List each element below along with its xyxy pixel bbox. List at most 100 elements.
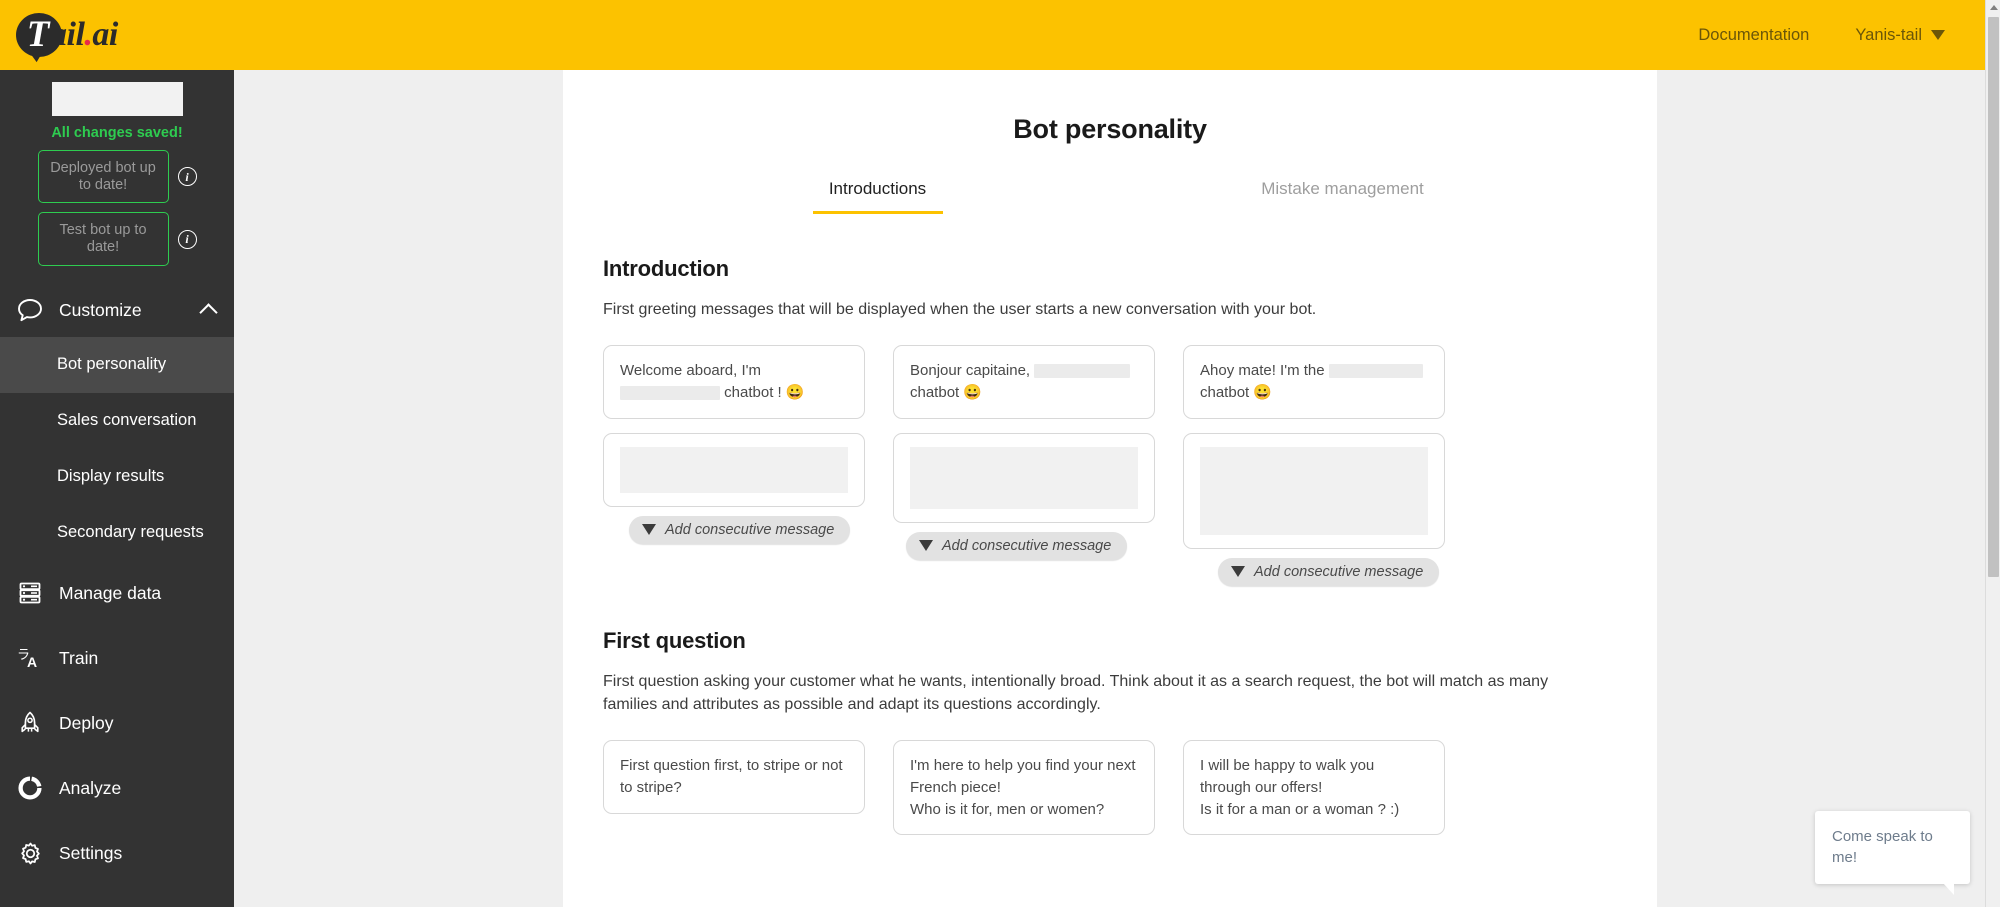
section-heading-introduction: Introduction: [603, 256, 729, 281]
test-status-row: Test bot up to date! i: [0, 212, 234, 266]
section-description-first-question: First question asking your customer what…: [603, 672, 1549, 713]
first-question-column: I'm here to help you find your next Fren…: [893, 740, 1155, 836]
deployed-bot-status[interactable]: Deployed bot up to date!: [37, 150, 169, 204]
sidebar-item-analyze[interactable]: Analyze: [0, 756, 234, 821]
triangle-down-icon: [1231, 566, 1245, 578]
sidebar-item-deploy[interactable]: Deploy: [0, 691, 234, 756]
bot-name-field[interactable]: [51, 82, 183, 116]
add-consecutive-message-label: Add consecutive message: [1254, 563, 1424, 580]
introduction-column: Bonjour capitaine, chatbot 😀 Add consecu…: [893, 345, 1155, 560]
sidebar-subitem-label: Secondary requests: [57, 523, 204, 542]
greeting-message-card[interactable]: Welcome aboard, I'm chatbot ! 😀: [603, 345, 865, 419]
greeting-text-part1: Welcome aboard, I'm: [620, 362, 761, 380]
deployed-status-row: Deployed bot up to date! i: [0, 150, 234, 204]
rocket-icon: [16, 709, 44, 737]
sidebar-nav-label: Settings: [59, 842, 123, 863]
top-navigation: Documentation Yanis-tail: [1698, 0, 1985, 70]
consecutive-message-card[interactable]: [893, 432, 1155, 523]
sidebar-group-customize[interactable]: Customize: [0, 284, 234, 337]
info-icon[interactable]: i: [177, 229, 197, 249]
introduction-cards-row: Welcome aboard, I'm chatbot ! 😀 Add cons…: [603, 345, 1617, 586]
greeting-text-part2: chatbot 😀: [1200, 383, 1273, 401]
donut-chart-icon: [16, 774, 44, 802]
info-icon[interactable]: i: [177, 167, 197, 187]
speech-bubble-icon: [16, 296, 44, 324]
sidebar-item-train[interactable]: ラ A Train: [0, 626, 234, 691]
chevron-down-icon: [1931, 30, 1945, 40]
logo-word-ai: ai: [92, 16, 118, 53]
top-header-bar: T ail.ai Documentation Yanis-tail: [0, 0, 1985, 70]
introduction-column: Ahoy mate! I'm the chatbot 😀 Add consecu…: [1183, 345, 1445, 586]
sidebar-nav-label: Deploy: [59, 712, 114, 733]
scroll-up-arrow-icon[interactable]: [1986, 0, 2000, 15]
tab-label: Introductions: [828, 179, 927, 198]
redacted-message-block: [1200, 446, 1428, 535]
greeting-message-card[interactable]: Ahoy mate! I'm the chatbot 😀: [1183, 345, 1445, 419]
section-description-introduction: First greeting messages that will be dis…: [603, 301, 1317, 318]
redacted-message-block: [620, 446, 848, 493]
documentation-link[interactable]: Documentation: [1698, 26, 1809, 45]
sidebar-nav-label: Analyze: [59, 777, 122, 798]
first-question-card[interactable]: I'm here to help you find your next Fren…: [893, 740, 1155, 836]
sidebar-status-section: All changes saved! Deployed bot up to da…: [0, 70, 234, 275]
sidebar-item-display-results[interactable]: Display results: [0, 449, 234, 505]
sidebar-nav-label: Train: [59, 647, 99, 668]
greeting-text-part1: Ahoy mate! I'm the: [1200, 362, 1325, 380]
main-content-panel: Bot personality Introductions Mistake ma…: [563, 70, 1657, 907]
sidebar-item-settings[interactable]: Settings: [0, 821, 234, 886]
introduction-column: Welcome aboard, I'm chatbot ! 😀 Add cons…: [603, 345, 865, 544]
add-consecutive-message-button[interactable]: Add consecutive message: [629, 515, 851, 544]
logo-letter-t: T: [26, 13, 50, 55]
page-scrollbar[interactable]: [1985, 0, 2000, 907]
first-question-column: First question first, to stripe or not t…: [603, 740, 865, 814]
scrollbar-thumb[interactable]: [1988, 17, 1999, 577]
add-consecutive-message-button[interactable]: Add consecutive message: [906, 531, 1128, 560]
page-title: Bot personality: [1013, 114, 1207, 144]
svg-text:A: A: [27, 654, 37, 670]
database-icon: [16, 579, 44, 607]
sidebar-subitem-label: Display results: [57, 467, 165, 486]
sidebar-group-label: Customize: [59, 299, 142, 320]
sidebar-subitem-label: Sales conversation: [57, 411, 197, 430]
greeting-text-part2: chatbot 😀: [910, 383, 983, 401]
greeting-message-card[interactable]: Bonjour capitaine, chatbot 😀: [893, 345, 1155, 419]
greeting-text-part1: Bonjour capitaine,: [910, 362, 1031, 380]
redacted-bot-name: [1034, 364, 1131, 379]
save-status-label: All changes saved!: [51, 125, 183, 141]
sidebar-nav-label: Manage data: [59, 582, 162, 603]
section-heading-first-question: First question: [603, 627, 746, 653]
app-logo[interactable]: T ail.ai: [16, 0, 118, 70]
left-sidebar: All changes saved! Deployed bot up to da…: [0, 70, 234, 907]
sidebar-item-secondary-requests[interactable]: Secondary requests: [0, 505, 234, 561]
consecutive-message-card[interactable]: [603, 432, 865, 507]
redacted-message-block: [910, 446, 1138, 509]
first-question-card[interactable]: First question first, to stripe or not t…: [603, 740, 865, 814]
first-question-column: I will be happy to walk you through our …: [1183, 740, 1445, 836]
chat-widget-tooltip[interactable]: Come speak to me!: [1815, 810, 1970, 895]
add-consecutive-message-button[interactable]: Add consecutive message: [1218, 557, 1440, 586]
tab-mistake-management[interactable]: Mistake management: [1110, 179, 1575, 214]
first-question-cards-row: First question first, to stripe or not t…: [603, 740, 1617, 836]
translate-icon: ラ A: [16, 644, 44, 672]
sidebar-item-manage-data[interactable]: Manage data: [0, 561, 234, 626]
tab-label: Mistake management: [1261, 179, 1424, 198]
add-consecutive-message-label: Add consecutive message: [942, 537, 1112, 554]
tab-introductions[interactable]: Introductions: [645, 179, 1110, 214]
user-account-menu[interactable]: Yanis-tail: [1855, 26, 1945, 45]
redacted-bot-name: [620, 385, 720, 400]
redacted-bot-name: [1328, 364, 1423, 379]
gear-icon: [16, 839, 44, 867]
speech-bubble-logo-icon: T: [16, 13, 62, 57]
sidebar-item-sales-conversation[interactable]: Sales conversation: [0, 393, 234, 449]
consecutive-message-card[interactable]: [1183, 432, 1445, 549]
first-question-card[interactable]: I will be happy to walk you through our …: [1183, 740, 1445, 836]
greeting-text-part2: chatbot ! 😀: [724, 383, 805, 401]
chevron-up-icon[interactable]: [199, 303, 218, 322]
sidebar-subitem-label: Bot personality: [57, 355, 167, 374]
chat-widget-message: Come speak to me!: [1832, 827, 1933, 867]
user-account-label: Yanis-tail: [1855, 25, 1922, 44]
triangle-down-icon: [642, 524, 656, 536]
test-bot-status[interactable]: Test bot up to date!: [37, 212, 169, 266]
sidebar-item-bot-personality[interactable]: Bot personality: [0, 336, 234, 393]
add-consecutive-message-label: Add consecutive message: [665, 521, 835, 538]
